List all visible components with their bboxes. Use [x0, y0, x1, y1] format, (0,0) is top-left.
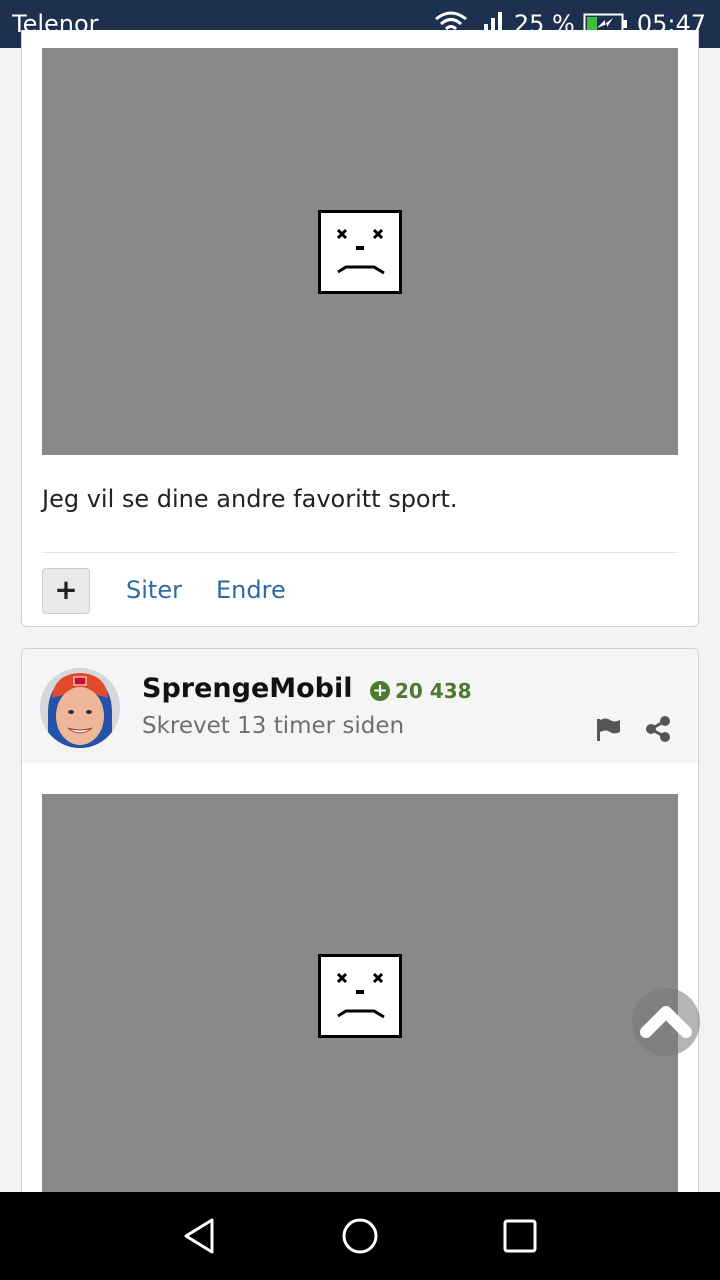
reaction-plus-button[interactable]: + — [42, 568, 90, 614]
divider — [42, 552, 678, 553]
broken-image-icon — [318, 209, 402, 294]
broken-image-icon — [318, 954, 402, 1038]
back-icon[interactable] — [180, 1216, 220, 1256]
post-image — [42, 48, 678, 455]
post-card: Jeg vil se dine andre favoritt sport. + … — [21, 30, 699, 627]
post-timestamp: Skrevet 13 timer siden — [142, 713, 405, 739]
post-header: SprengeMobil + 20 438 Skrevet 13 timer s… — [22, 649, 698, 763]
avatar-image — [40, 668, 120, 748]
scroll-to-top-button[interactable] — [632, 988, 700, 1056]
recent-apps-icon[interactable] — [500, 1216, 540, 1256]
flag-icon[interactable] — [594, 715, 622, 743]
reputation-badge: + 20 438 — [370, 679, 472, 703]
post-body-text: Jeg vil se dine andre favoritt sport. — [42, 485, 458, 513]
navigation-bar — [0, 1192, 720, 1280]
post-image — [42, 794, 678, 1207]
reputation-count: 20 438 — [395, 679, 472, 703]
author-name[interactable]: SprengeMobil — [142, 673, 353, 704]
post-card: SprengeMobil + 20 438 Skrevet 13 timer s… — [21, 648, 699, 1208]
share-icon[interactable] — [644, 715, 672, 743]
chevron-up-icon — [640, 1006, 692, 1038]
avatar[interactable] — [40, 668, 120, 748]
edit-button[interactable]: Endre — [216, 576, 286, 604]
quote-button[interactable]: Siter — [126, 576, 182, 604]
plus-circle-icon: + — [370, 681, 390, 701]
home-icon[interactable] — [340, 1216, 380, 1256]
